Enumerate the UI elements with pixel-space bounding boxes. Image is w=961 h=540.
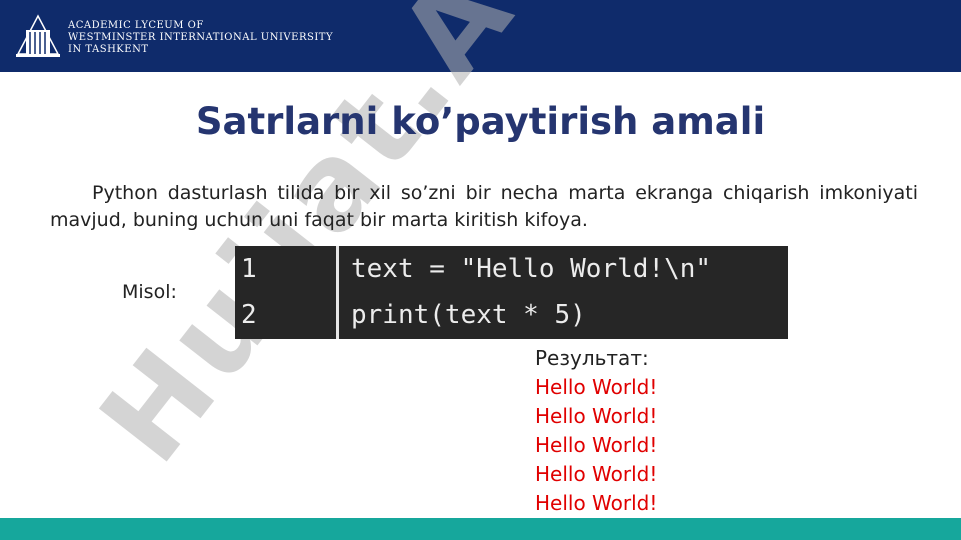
result-line: Hello World! [535,375,658,399]
brand-line: IN TASHKENT [68,44,149,55]
intro-paragraph: Python dasturlash tilida bir xil so’zni … [50,182,918,231]
code-line: 2 print(text * 5) [235,292,788,338]
result-line: Hello World! [535,462,658,486]
code-text: text = "Hello World!\n" [351,254,712,284]
result-line: Hello World! [535,491,658,515]
result-line: Hello World! [535,433,658,457]
brand-line: WESTMINSTER INTERNATIONAL UNIVERSITY [68,32,334,43]
line-number: 1 [241,254,257,284]
code-text: print(text * 5) [351,300,586,330]
example-label: Misol: [122,281,177,303]
header-bar: ACADEMIC LYCEUM OF WESTMINSTER INTERNATI… [0,0,961,72]
line-number: 2 [241,300,257,330]
university-building-logo [16,14,60,57]
brand-line: ACADEMIC LYCEUM OF [68,20,204,31]
institution-name: ACADEMIC LYCEUM OF WESTMINSTER INTERNATI… [68,20,333,56]
result-line: Hello World! [535,404,658,428]
footer-bar [0,518,961,540]
code-line: 1 text = "Hello World!\n" [235,246,788,292]
code-snippet: 1 text = "Hello World!\n" 2 print(text *… [235,246,788,339]
svg-text:Hujjat.A: Hujjat.A [73,0,541,487]
result-block: Результат: Hello World! Hello World! Hel… [535,344,657,518]
result-label: Результат: [535,346,649,370]
slide-title: Satrlarni ko’paytirish amali [195,100,766,143]
